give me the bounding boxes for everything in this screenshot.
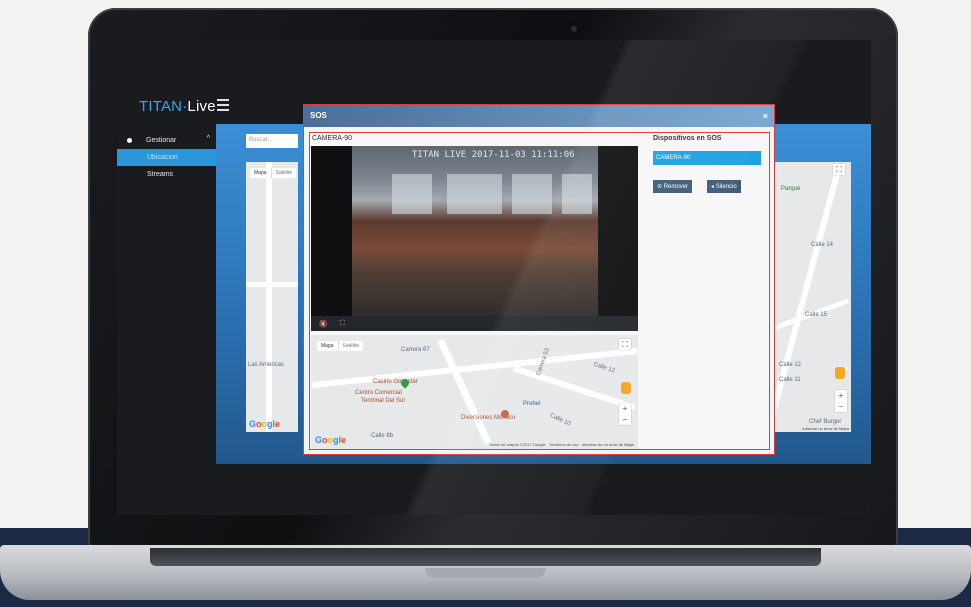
sidebar-item-label: Gestionar: [146, 137, 177, 144]
laptop-notch: [425, 568, 546, 578]
map-label: Calle 15: [805, 312, 828, 318]
sidebar-item-gestionar[interactable]: Gestionar ^: [117, 132, 216, 149]
modal-header: SOS ×: [304, 105, 774, 127]
close-icon[interactable]: ×: [763, 111, 768, 121]
bullet-icon: [127, 138, 132, 143]
map-label: Centro Comercial: [355, 390, 402, 396]
chevron-up-icon: ^: [206, 135, 210, 142]
google-logo: Google: [249, 419, 281, 429]
zoom-control[interactable]: + −: [835, 390, 847, 412]
map-footer: Datos de mapas ©2017 Google Términos de …: [489, 442, 634, 447]
map-label: Las Americas: [248, 362, 285, 368]
fullscreen-icon[interactable]: ⛶: [833, 164, 845, 175]
video-frame: TITAN LIVE 2017-11-03 11:11:06: [352, 146, 598, 316]
menu-icon[interactable]: [217, 99, 229, 114]
pegman-icon[interactable]: [621, 382, 631, 394]
video-timestamp: TITAN LIVE 2017-11-03 11:11:06: [412, 150, 575, 160]
zoom-control[interactable]: + −: [619, 403, 631, 425]
fullscreen-icon[interactable]: ⛶: [619, 339, 631, 350]
sidebar: Gestionar ^ Ubicacion Streams: [117, 132, 216, 183]
keyboard-lip: [150, 548, 821, 566]
location-map[interactable]: Mapa Satélite Carrera 67 Casino Gold star…: [311, 335, 638, 449]
map-label: Carrera 67: [401, 347, 430, 353]
mute-icon[interactable]: 🔇: [319, 320, 328, 328]
map-label: Calle 12: [779, 362, 802, 368]
map-label: Casino Gold star: [373, 379, 418, 385]
map-label: Calle 11: [779, 377, 801, 383]
sidebar-item-ubicacion[interactable]: Ubicacion: [117, 149, 216, 166]
sidebar-item-streams[interactable]: Streams: [117, 166, 216, 183]
search-input[interactable]: Buscar...: [246, 134, 298, 148]
device-list-item[interactable]: CAMERA-90: [653, 151, 761, 165]
sidebar-item-label: Streams: [147, 171, 174, 178]
screen: TITAN·Live Gestionar ^ Ubicacion Streams…: [117, 40, 871, 515]
map-footer[interactable]: Informar un error de Mapa: [802, 426, 849, 431]
devices-title: Dispositivos en SOS: [653, 135, 722, 142]
camera-name: CAMERA-90: [312, 135, 353, 142]
report-link[interactable]: Informar de un error de Maps: [582, 442, 634, 447]
map-label: Prebel: [523, 401, 541, 407]
modal-body: CAMERA-90 TITAN LIVE 2017-11-03 11:11:06…: [309, 132, 770, 450]
map-label: Calle 8b: [371, 433, 394, 439]
map-label: Calle 10: [548, 412, 572, 428]
video-player[interactable]: TITAN LIVE 2017-11-03 11:11:06 🔇 ⛶: [311, 146, 638, 331]
background-map-left[interactable]: Mapa Satélite Las Americas Google: [246, 162, 298, 432]
video-controls: 🔇 ⛶: [311, 316, 638, 331]
map-label: Chef Burger: [809, 419, 842, 425]
map-label: Calle 14: [811, 242, 834, 248]
map-label: Terminal Del Sur: [361, 398, 406, 404]
terms-link[interactable]: Términos de uso: [549, 442, 579, 447]
google-logo: Google: [315, 435, 347, 445]
speaker-icon: ◂: [711, 184, 715, 190]
sidebar-item-label: Ubicacion: [147, 154, 178, 161]
app-logo: TITAN·Live: [139, 98, 216, 115]
fullscreen-icon[interactable]: ⛶: [340, 320, 345, 328]
remove-button[interactable]: ⊘ Remover: [653, 180, 693, 193]
map-type-tabs[interactable]: Mapa Satélite: [250, 168, 297, 178]
map-label: Parque: [781, 186, 801, 192]
webcam-icon: [571, 26, 577, 32]
map-type-tabs[interactable]: Mapa Satélite: [317, 341, 364, 351]
remove-icon: ⊘: [657, 184, 663, 190]
modal-title: SOS: [310, 111, 327, 120]
background-map-right[interactable]: Parque Calle 14 Calle 15 Calle 12 Calle …: [771, 162, 851, 432]
sos-modal: SOS × CAMERA-90 TITAN LIVE 2017-11-03 11…: [303, 104, 775, 455]
silence-button[interactable]: ◂ Silencio: [707, 180, 741, 193]
map-label: Calle 12: [592, 361, 616, 375]
pegman-icon[interactable]: [835, 367, 845, 379]
